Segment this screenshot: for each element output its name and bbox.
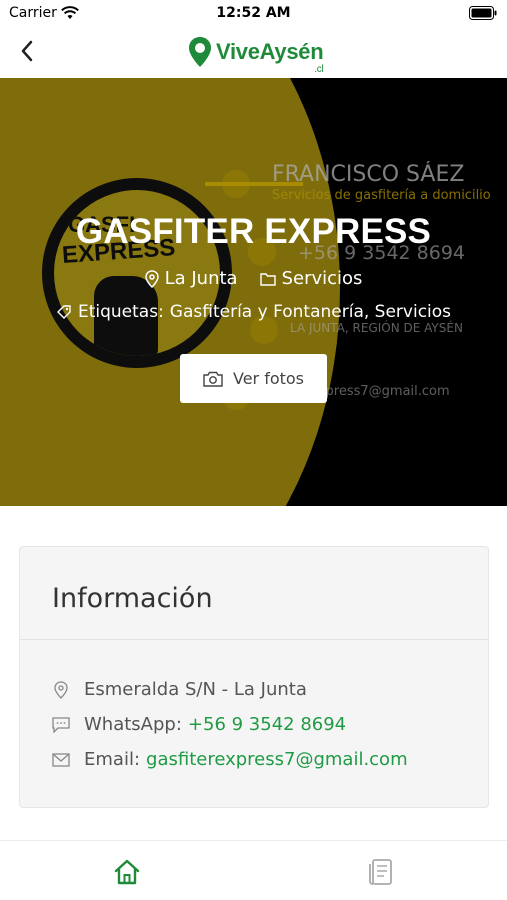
- tab-directory[interactable]: [366, 857, 396, 887]
- logo-text: ViveAysén .cl: [216, 39, 324, 75]
- location-pin-icon: [52, 680, 70, 699]
- nav-bar: ViveAysén .cl: [0, 28, 507, 78]
- info-header: Información: [20, 547, 488, 640]
- chat-icon: [52, 716, 70, 734]
- info-card: Información Esmeralda S/N - La Junta Wha…: [19, 546, 489, 808]
- business-title: GASFITER EXPRESS: [75, 212, 432, 251]
- mail-icon: [52, 751, 70, 769]
- map-pin-icon: [189, 37, 211, 67]
- chevron-left-icon: [21, 40, 33, 62]
- email-link[interactable]: gasfiterexpress7@gmail.com: [146, 749, 408, 770]
- home-icon: [114, 859, 140, 885]
- email-label: Email:: [84, 749, 141, 770]
- location-label: La Junta: [164, 268, 238, 289]
- business-meta: La Junta Servicios: [0, 268, 507, 289]
- tag-icon: [56, 305, 71, 319]
- tab-bar: [0, 840, 507, 900]
- whatsapp-link[interactable]: +56 9 3542 8694: [188, 714, 346, 735]
- back-button[interactable]: [12, 36, 42, 66]
- hero-banner: GASFI EXPRESS FRANCISCO SÁEZ Servicios d…: [0, 78, 507, 506]
- tags-label: Etiquetas:: [77, 302, 164, 322]
- list-icon: [369, 859, 392, 885]
- tags-row: Etiquetas: Gasfitería y Fontanería, Serv…: [0, 302, 507, 322]
- hero-overlay: [0, 78, 507, 506]
- info-title: Información: [52, 583, 213, 614]
- view-photos-button[interactable]: Ver fotos: [180, 354, 327, 403]
- view-photos-label: Ver fotos: [232, 369, 305, 388]
- folder-icon: [259, 272, 276, 286]
- status-bar: Carrier 12:52 AM: [0, 0, 507, 28]
- category-label: Servicios: [281, 268, 363, 289]
- app-logo: ViveAysén .cl: [188, 32, 324, 75]
- address-text: Esmeralda S/N - La Junta: [84, 679, 307, 700]
- email-row: Email: gasfiterexpress7@gmail.com: [52, 742, 488, 777]
- info-list: Esmeralda S/N - La Junta WhatsApp: +56 9…: [20, 640, 488, 777]
- tab-home[interactable]: [112, 857, 142, 887]
- location-tag[interactable]: La Junta: [144, 268, 238, 289]
- status-time: 12:52 AM: [216, 5, 291, 21]
- tags-value[interactable]: Gasfitería y Fontanería, Servicios: [170, 302, 451, 322]
- camera-icon: [203, 371, 223, 387]
- logo-suffix: .cl: [314, 64, 324, 75]
- category-tag[interactable]: Servicios: [259, 268, 363, 289]
- whatsapp-label: WhatsApp:: [84, 714, 182, 735]
- address-row: Esmeralda S/N - La Junta: [52, 672, 488, 707]
- location-pin-icon: [144, 269, 159, 288]
- logo-wordmark: ViveAysén: [216, 39, 324, 64]
- whatsapp-row: WhatsApp: +56 9 3542 8694: [52, 707, 488, 742]
- battery-icon: [469, 6, 497, 20]
